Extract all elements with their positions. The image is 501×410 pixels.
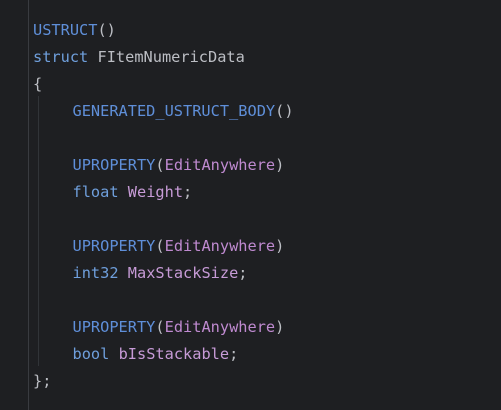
field-terminator: ;	[229, 345, 239, 363]
code-line-uproperty: UPROPERTY(EditAnywhere)	[33, 314, 294, 341]
uproperty-close-paren: )	[275, 318, 285, 336]
ustruct-parens: ()	[97, 21, 116, 39]
uproperty-open-paren: (	[155, 318, 165, 336]
code-block[interactable]: USTRUCT() struct FItemNumericData { GENE…	[33, 17, 294, 395]
code-line-struct-declaration: struct FItemNumericData	[33, 44, 294, 71]
field-terminator: ;	[238, 264, 248, 282]
code-editor[interactable]: USTRUCT() struct FItemNumericData { GENE…	[0, 0, 501, 410]
ustruct-macro: USTRUCT	[33, 21, 98, 39]
uproperty-close-paren: )	[275, 237, 285, 255]
field-name: bIsStackable	[118, 345, 230, 363]
uproperty-open-paren: (	[155, 156, 165, 174]
code-line-field: bool bIsStackable;	[33, 341, 294, 368]
field-name: MaxStackSize	[127, 264, 239, 282]
uproperty-macro: UPROPERTY	[72, 156, 156, 174]
field-type: float	[72, 183, 119, 201]
code-line-generated-body: GENERATED_USTRUCT_BODY()	[33, 98, 294, 125]
uproperty-specifier: EditAnywhere	[164, 318, 276, 336]
field-type: int32	[72, 264, 119, 282]
code-line-close-brace: };	[33, 368, 294, 395]
uproperty-specifier: EditAnywhere	[164, 237, 276, 255]
code-line-uproperty: UPROPERTY(EditAnywhere)	[33, 152, 294, 179]
field-type: bool	[72, 345, 110, 363]
field-terminator: ;	[183, 183, 193, 201]
code-line-open-brace: {	[33, 71, 294, 98]
uproperty-specifier: EditAnywhere	[164, 156, 276, 174]
editor-gutter-border	[28, 0, 29, 410]
uproperty-open-paren: (	[155, 237, 165, 255]
uproperty-macro: UPROPERTY	[72, 237, 156, 255]
struct-name: FItemNumericData	[97, 48, 245, 66]
generated-body-parens: ()	[275, 102, 294, 120]
uproperty-close-paren: )	[275, 156, 285, 174]
code-line-uproperty: UPROPERTY(EditAnywhere)	[33, 233, 294, 260]
open-brace: {	[33, 75, 43, 93]
code-line-ustruct: USTRUCT()	[33, 17, 294, 44]
uproperty-macro: UPROPERTY	[72, 318, 156, 336]
close-brace: };	[33, 372, 52, 390]
code-line-field: int32 MaxStackSize;	[33, 260, 294, 287]
struct-keyword: struct	[33, 48, 89, 66]
generated-body-macro: GENERATED_USTRUCT_BODY	[72, 102, 276, 120]
field-name: Weight	[127, 183, 184, 201]
code-line-field: float Weight;	[33, 179, 294, 206]
